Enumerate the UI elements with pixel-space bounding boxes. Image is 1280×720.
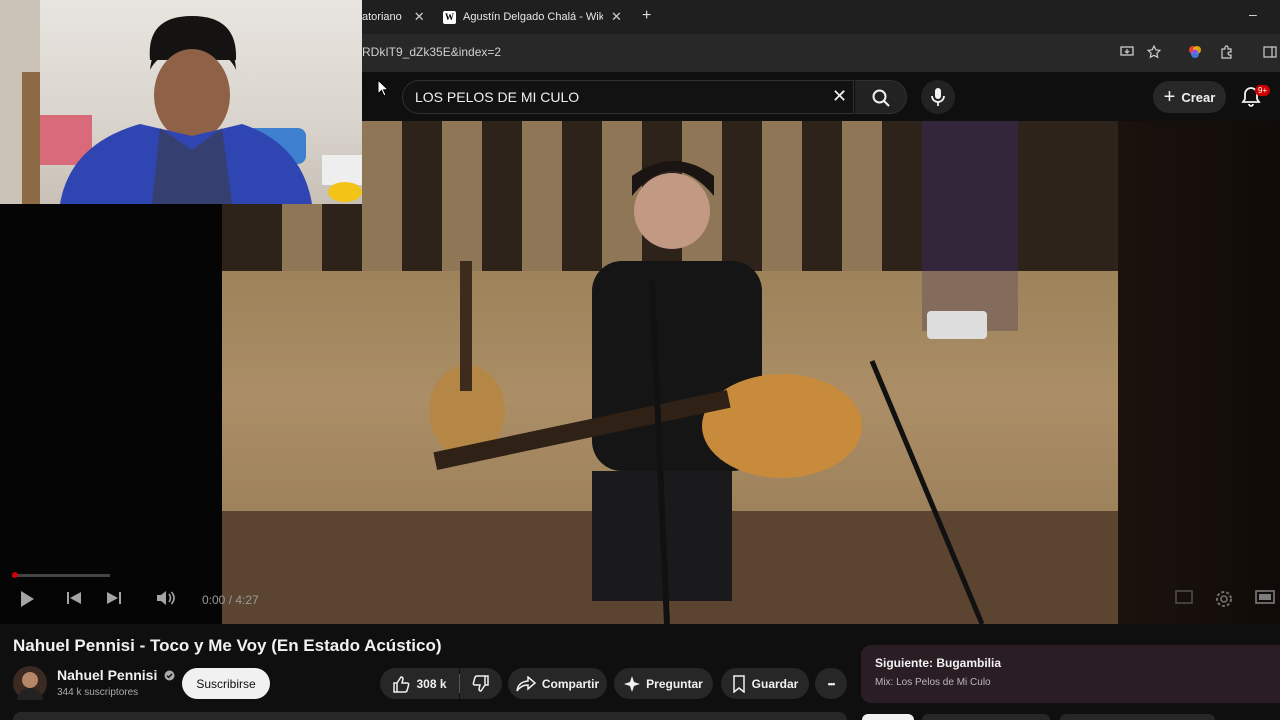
tab-label: Agustín Delgado Chalá - Wikip [463,11,603,23]
browser-tab[interactable]: atoriano ✕ [362,4,425,30]
up-next-card[interactable] [861,645,1280,703]
volume-icon[interactable] [156,590,176,609]
subscribe-button[interactable]: Suscribirse [182,668,270,699]
tab-label: atoriano [362,11,402,23]
browser-tab-wikipedia[interactable]: W Agustín Delgado Chalá - Wikip ✕ [443,4,628,30]
sidebar-icon[interactable] [1262,44,1278,60]
minimize-button[interactable]: – [1249,6,1257,22]
chip-2[interactable] [922,714,1050,720]
create-label: Crear [1181,89,1216,105]
like-count: 308 k [416,676,447,691]
more-actions-button[interactable]: ••• [815,668,847,699]
clear-search-icon[interactable]: ✕ [832,86,847,107]
search-button[interactable] [855,80,907,114]
play-icon[interactable] [19,590,35,611]
create-button[interactable]: + Crear [1153,81,1226,113]
description-box[interactable] [13,712,847,720]
notification-count-badge: 9+ [1255,85,1271,96]
voice-search-button[interactable] [921,80,955,114]
settings-icon[interactable] [1215,590,1233,611]
player-left-shadow [0,204,222,624]
like-button[interactable]: 308 k [380,668,459,699]
bookmark-icon [732,674,745,693]
miniplayer-icon[interactable] [1175,590,1193,607]
plus-icon: + [1163,85,1176,108]
new-tab-button[interactable]: + [642,7,651,25]
sparkle-icon [624,675,641,692]
microphone-icon [931,88,945,106]
video-title: Nahuel Pennisi - Toco y Me Voy (En Estad… [13,636,442,655]
install-icon[interactable] [1119,44,1135,60]
share-icon [516,675,536,691]
up-next-title[interactable]: Siguiente: Bugambilia [875,656,1001,670]
verified-icon [164,670,175,681]
progress-bar[interactable] [12,572,110,578]
search-icon [872,89,890,107]
tab-close-icon[interactable]: ✕ [414,9,425,25]
save-button[interactable]: Guardar [721,668,809,699]
wikipedia-favicon-icon: W [443,10,456,24]
share-button[interactable]: Compartir [508,668,607,699]
url-field[interactable]: RDkIT9_dZk35E&index=2 [362,45,501,59]
webcam-person-illustration [0,0,362,204]
search-input[interactable]: LOS PELOS DE MI CULO [415,89,579,105]
next-icon[interactable] [106,590,122,609]
ask-label: Preguntar [646,676,703,691]
thumbs-down-icon [472,674,489,692]
up-next-subtitle: Mix: Los Pelos de Mi Culo [875,677,991,688]
tab-close-icon[interactable]: ✕ [611,9,622,25]
ask-button[interactable]: Preguntar [614,668,713,699]
previous-icon[interactable] [66,590,82,609]
channel-name[interactable]: Nahuel Pennisi [57,667,175,683]
dislike-button[interactable] [460,668,502,699]
channel-name-label[interactable]: Nahuel Pennisi [57,667,157,683]
chip-all[interactable] [862,714,914,720]
thumbs-up-icon [393,675,410,693]
subscriber-count: 344 k suscriptores [57,687,139,698]
time-display: 0:00 / 4:27 [202,593,259,607]
progress-scrubber[interactable] [12,572,18,578]
channel-avatar[interactable] [13,666,47,700]
save-label: Guardar [751,676,799,691]
share-label: Compartir [541,676,600,691]
mouse-cursor-icon [377,78,390,102]
chip-3[interactable] [1060,714,1215,720]
extensions-icon[interactable] [1219,44,1235,60]
webcam-overlay [0,0,362,204]
theater-mode-icon[interactable] [1255,590,1275,607]
player-right-shadow [1118,121,1280,624]
bookmark-star-icon[interactable] [1146,44,1162,60]
profile-color-icon[interactable] [1187,44,1203,60]
